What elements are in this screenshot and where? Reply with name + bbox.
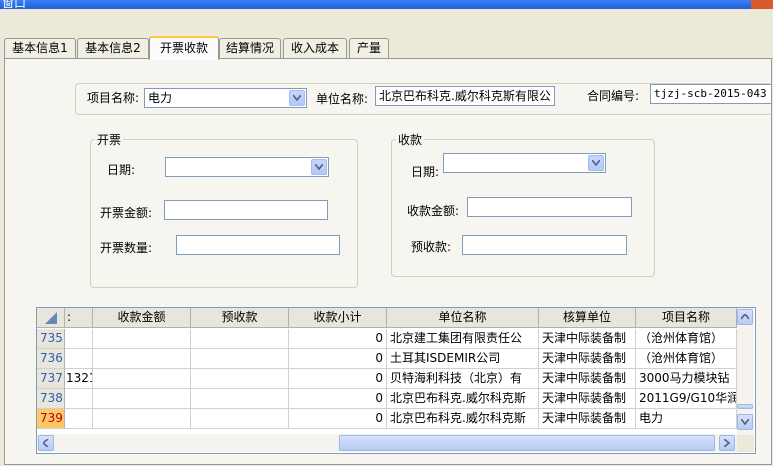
tab-basic-info-2[interactable]: 基本信息2 xyxy=(77,38,149,58)
invoice-date-label: 日期: xyxy=(107,163,136,177)
horizontal-scrollbar[interactable] xyxy=(37,434,737,452)
table-cell[interactable]: 天津中际装备制 xyxy=(539,389,636,409)
invoice-amount-label: 开票金额: xyxy=(100,206,153,220)
arrow-up-icon[interactable] xyxy=(737,309,753,325)
table-cell[interactable]: 天津中际装备制 xyxy=(539,349,636,369)
tab-basic-info-1[interactable]: 基本信息1 xyxy=(4,38,76,58)
table-cell[interactable]: 天津中际装备制 xyxy=(539,329,636,349)
col-header-unit-name[interactable]: 单位名称 xyxy=(387,308,539,328)
table-cell[interactable]: （沧州体育馆） xyxy=(636,349,737,369)
chevron-down-icon[interactable] xyxy=(588,155,604,171)
table-cell[interactable] xyxy=(65,329,93,349)
chevron-down-icon[interactable] xyxy=(311,159,327,175)
invoice-qty-label: 开票数量: xyxy=(100,241,153,255)
col-header-project-name[interactable]: 项目名称 xyxy=(636,308,737,328)
table-cell[interactable] xyxy=(93,349,191,369)
prepayment-field[interactable] xyxy=(462,235,627,255)
table-cell[interactable] xyxy=(65,389,93,409)
window-titlebar[interactable]: 窗口 xyxy=(0,0,773,9)
arrow-right-icon[interactable] xyxy=(719,435,735,451)
table-cell[interactable]: 0 xyxy=(289,329,387,349)
receipt-amount-field[interactable] xyxy=(467,197,632,217)
table-cell[interactable] xyxy=(191,409,289,429)
receipt-date-label: 日期: xyxy=(411,165,440,179)
row-header-selected[interactable]: 739 xyxy=(37,409,65,429)
project-name-select[interactable]: 电力 xyxy=(144,88,307,108)
table-cell[interactable]: 电力 xyxy=(636,409,737,429)
invoice-qty-field[interactable] xyxy=(176,235,340,255)
invoice-date-select[interactable] xyxy=(165,157,329,177)
records-grid: : 收款金额 预收款 收款小计 单位名称 核算单位 项目名称 735 0 北京建… xyxy=(36,307,756,454)
table-cell[interactable] xyxy=(191,349,289,369)
invoice-amount-field[interactable] xyxy=(164,200,328,220)
scroll-thumb[interactable] xyxy=(737,404,753,409)
close-button[interactable] xyxy=(751,0,773,9)
table-cell[interactable]: 土耳其ISDEMIR公司 xyxy=(387,349,539,369)
table-cell[interactable]: 0 xyxy=(289,389,387,409)
row-header[interactable]: 737 xyxy=(37,369,65,389)
table-cell[interactable]: 天津中际装备制 xyxy=(539,369,636,389)
scroll-corner xyxy=(737,435,754,452)
receipt-date-select[interactable] xyxy=(443,153,606,173)
table-cell[interactable] xyxy=(191,329,289,349)
row-header[interactable]: 738 xyxy=(37,389,65,409)
col-header-accounting-unit[interactable]: 核算单位 xyxy=(539,308,636,328)
table-cell[interactable]: 0 xyxy=(289,349,387,369)
col-header-receipt-subtotal[interactable]: 收款小计 xyxy=(289,308,387,328)
vertical-scrollbar[interactable] xyxy=(737,308,754,435)
tab-settlement[interactable]: 结算情况 xyxy=(219,38,281,58)
project-name-label: 项目名称: xyxy=(87,91,140,105)
table-cell[interactable] xyxy=(93,369,191,389)
table-cell[interactable]: 北京巴布科克.威尔科克斯 xyxy=(387,389,539,409)
grid-corner[interactable] xyxy=(37,308,65,328)
row-header[interactable]: 736 xyxy=(37,349,65,369)
receipt-amount-label: 收款金额: xyxy=(407,204,460,218)
arrow-down-icon[interactable] xyxy=(737,414,753,430)
window-title: 窗口 xyxy=(2,0,27,9)
table-cell[interactable]: （沧州体育馆） xyxy=(636,329,737,349)
chevron-down-icon[interactable] xyxy=(289,90,305,106)
unit-name-label: 单位名称: xyxy=(316,92,369,106)
table-cell[interactable]: 2011G9/G10华润 xyxy=(636,389,737,409)
table-cell[interactable]: 3000马力模块钻 xyxy=(636,369,737,389)
col-header-0[interactable]: : xyxy=(65,308,93,328)
arrow-left-icon[interactable] xyxy=(38,435,54,451)
table-cell[interactable] xyxy=(93,389,191,409)
table-cell[interactable]: 1321 xyxy=(65,369,93,389)
table-cell[interactable]: 0 xyxy=(289,409,387,429)
table-cell[interactable]: 北京建工集团有限责任公 xyxy=(387,329,539,349)
table-cell[interactable] xyxy=(191,369,289,389)
row-header[interactable]: 735 xyxy=(37,329,65,349)
table-cell[interactable] xyxy=(65,349,93,369)
tab-invoice-receipt[interactable]: 开票收款 xyxy=(149,36,219,60)
receipt-group-title: 收款 xyxy=(396,131,425,148)
col-header-receipt-amount[interactable]: 收款金额 xyxy=(93,308,191,328)
tab-output[interactable]: 产量 xyxy=(349,38,389,58)
table-cell[interactable] xyxy=(191,389,289,409)
table-cell[interactable] xyxy=(65,409,93,429)
table-cell[interactable] xyxy=(93,329,191,349)
col-header-prepayment[interactable]: 预收款 xyxy=(191,308,289,328)
project-name-value: 电力 xyxy=(148,91,173,105)
unit-name-field[interactable]: 北京巴布科克.威尔科克斯有限公 xyxy=(375,86,555,106)
table-cell[interactable]: 天津中际装备制 xyxy=(539,409,636,429)
invoice-group-title: 开票 xyxy=(95,131,124,148)
tab-revenue-cost[interactable]: 收入成本 xyxy=(283,38,347,58)
prepayment-label: 预收款: xyxy=(411,240,452,254)
table-cell[interactable]: 贝特海利科技（北京）有 xyxy=(387,369,539,389)
table-cell[interactable] xyxy=(93,409,191,429)
scroll-thumb[interactable] xyxy=(339,435,715,451)
contract-no-label: 合同编号: xyxy=(587,89,640,103)
table-cell[interactable]: 北京巴布科克.威尔科克斯 xyxy=(387,409,539,429)
contract-no-field[interactable]: tjzj-scb-2015-043 xyxy=(650,84,772,104)
table-cell[interactable]: 0 xyxy=(289,369,387,389)
